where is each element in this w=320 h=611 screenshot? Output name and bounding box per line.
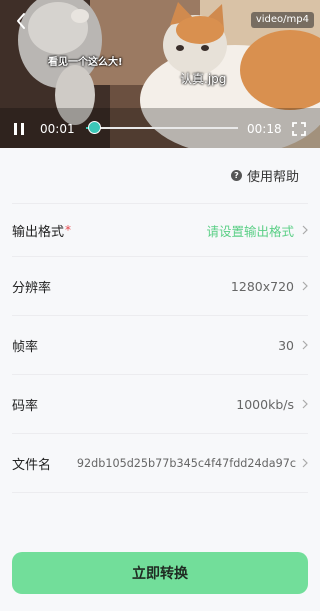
chevron-right-icon (302, 281, 308, 291)
setting-value: 1000kb/s (236, 396, 294, 412)
divider (12, 203, 308, 204)
progress-handle[interactable] (87, 121, 101, 134)
total-time: 00:18 (247, 122, 282, 136)
setting-row-output-format[interactable]: 输出格式 * 请设置输出格式 (12, 218, 308, 242)
setting-row-filename[interactable]: 文件名 92db105d25b77b345c4f47fdd24da97c (12, 451, 308, 475)
setting-value: 1280x720 (230, 278, 294, 294)
fullscreen-icon[interactable] (292, 122, 306, 136)
setting-value: 92db105d25b77b345c4f47fdd24da97c (76, 456, 296, 470)
question-circle-icon: ? (230, 169, 242, 181)
divider (12, 433, 308, 434)
current-time: 00:01 (40, 122, 75, 136)
setting-label: 输出格式 (12, 224, 65, 240)
format-badge: video/mp4 (250, 12, 314, 28)
chevron-right-icon (302, 458, 308, 468)
divider (12, 492, 308, 493)
setting-label: 分辨率 (12, 280, 52, 296)
video-player[interactable]: video/mp4 看见一个这么大! 认真.jpg 00:01 00:18 (0, 0, 320, 148)
help-label: 使用帮助 (246, 169, 299, 185)
divider (12, 256, 308, 257)
divider (12, 374, 308, 375)
chevron-right-icon (302, 225, 308, 235)
chevron-right-icon (302, 399, 308, 409)
setting-row-bitrate[interactable]: 码率 1000kb/s (12, 392, 308, 416)
setting-label: 文件名 (12, 457, 52, 473)
help-link[interactable]: ? 使用帮助 (230, 166, 299, 185)
pause-icon[interactable] (12, 121, 26, 137)
setting-value: 30 (278, 337, 294, 353)
video-caption-center: 认真.jpg (180, 72, 227, 86)
chevron-left-icon (17, 13, 25, 29)
setting-label: 码率 (12, 398, 39, 414)
back-button[interactable] (10, 8, 32, 34)
convert-now-button[interactable]: 立即转换 (12, 552, 308, 594)
setting-label: 帧率 (12, 339, 39, 355)
video-caption-top: 看见一个这么大! (48, 57, 123, 68)
setting-row-resolution[interactable]: 分辨率 1280x720 (12, 274, 308, 298)
progress-track[interactable] (86, 127, 238, 129)
setting-row-frame-rate[interactable]: 帧率 30 (12, 333, 308, 357)
required-mark: * (65, 223, 72, 237)
chevron-right-icon (302, 340, 308, 350)
divider (12, 315, 308, 316)
setting-value: 请设置输出格式 (206, 223, 294, 239)
video-controls: 00:01 00:18 (0, 118, 320, 140)
